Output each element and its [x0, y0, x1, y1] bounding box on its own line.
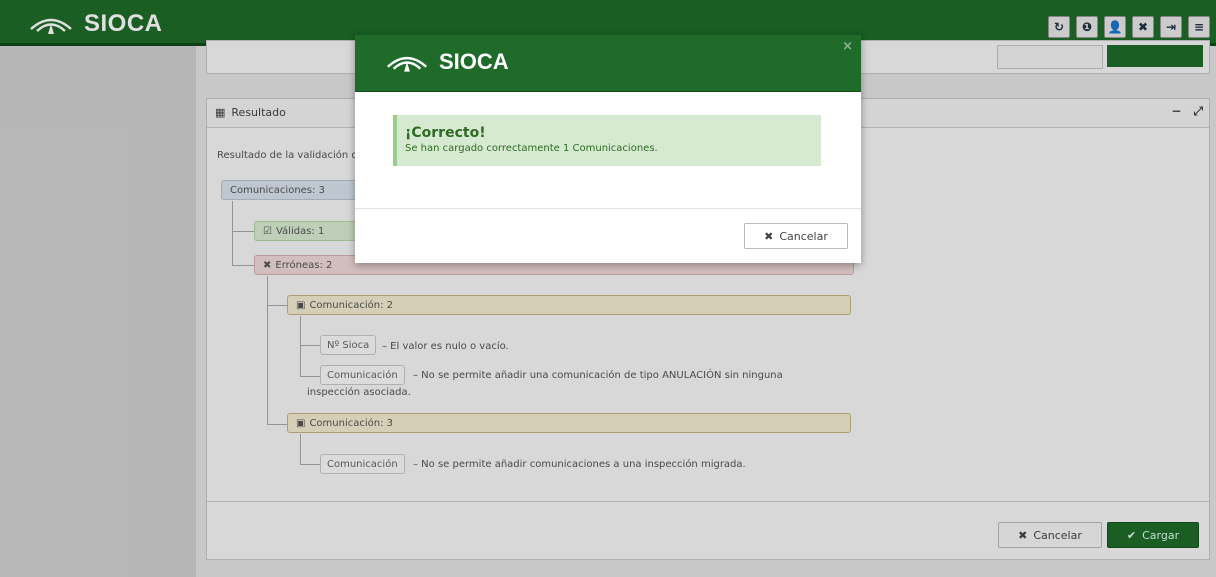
alert-title: ¡Correcto! — [405, 125, 486, 141]
dialog-logo: SIOCA — [385, 49, 509, 75]
dialog-app-name: SIOCA — [439, 49, 509, 74]
alert-message: Se han cargado correctamente 1 Comunicac… — [405, 143, 658, 154]
dialog-header: SIOCA × — [355, 35, 861, 92]
close-icon[interactable]: × — [842, 39, 853, 54]
success-alert: ¡Correcto! Se han cargado correctamente … — [393, 115, 821, 166]
x-icon: ✖ — [764, 229, 774, 243]
dialog-cancel-button[interactable]: ✖ Cancelar — [744, 223, 848, 249]
sioca-logo-icon — [387, 56, 427, 72]
dialog-footer: ✖ Cancelar — [355, 208, 861, 264]
success-dialog: SIOCA × ¡Correcto! Se han cargado correc… — [355, 35, 861, 263]
